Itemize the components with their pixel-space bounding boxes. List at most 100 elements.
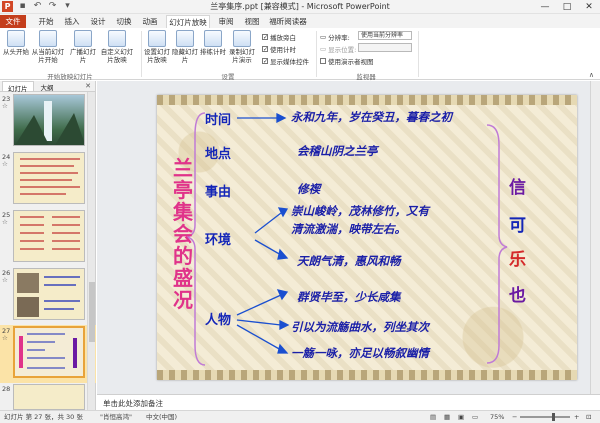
status-bar: 幻灯片 第 27 张，共 30 张 "肖恒高鸿" 中文(中国) ▤ ▦ ▣ ▭ … (0, 410, 600, 423)
slide-counter: 幻灯片 第 27 张，共 30 张 (4, 413, 83, 421)
use-timings-checkbox[interactable]: ✓ 使用计时 (262, 44, 296, 54)
custom-show-icon (108, 30, 126, 47)
tab-home[interactable]: 开始 (34, 15, 58, 28)
tab-slideshow[interactable]: 幻灯片放映 (166, 15, 210, 28)
display-on-dropdown[interactable] (358, 43, 412, 52)
right-char: 信 (509, 178, 526, 198)
checkbox-checked-icon: ✓ (262, 58, 269, 65)
minimize-button[interactable]: — (534, 0, 556, 14)
window-title: 兰亭集序.ppt [兼容模式] - Microsoft PowerPoint (210, 2, 390, 11)
slide-vertical-title: 兰 亭 集 会 的 盛 况 (172, 157, 194, 311)
editor-scrollbar[interactable] (590, 81, 600, 394)
maximize-button[interactable]: □ (556, 0, 578, 14)
text-slide-icon (20, 216, 80, 250)
monitor-icon: ▭ (320, 33, 327, 41)
pane-tabs: 幻灯片 大纲 (0, 81, 95, 93)
slide-thumbnail-row[interactable]: 26 ☆ (0, 267, 96, 325)
tab-insert[interactable]: 插入 (60, 15, 84, 28)
play-narration-checkbox[interactable]: ✓ 播放旁白 (262, 32, 296, 42)
zoom-level[interactable]: 75% (490, 411, 504, 423)
setup-show-button[interactable]: 设置幻灯片放映 (143, 30, 171, 64)
tab-slides[interactable]: 幻灯片 (2, 81, 34, 93)
slide-thumbnail-image (13, 94, 85, 146)
tab-animations[interactable]: 动画 (138, 15, 162, 28)
slide-number: 26 ☆ (2, 269, 11, 284)
record-show-button[interactable]: 录制幻灯片演示 (228, 30, 256, 64)
waterfall-photo-icon (15, 101, 84, 145)
from-beginning-button[interactable]: 从头开始 (3, 30, 29, 56)
title-char: 会 (173, 222, 193, 246)
title-bar: P ▪ ↶ ↷ ▾ 兰亭集序.ppt [兼容模式] - Microsoft Po… (0, 0, 600, 14)
topic-reason: 事由 (205, 185, 232, 200)
hide-slide-button[interactable]: 隐藏幻灯片 (172, 30, 198, 64)
slide-number: 27 ☆ (2, 327, 11, 342)
show-media-controls-checkbox[interactable]: ✓ 显示媒体控件 (262, 56, 309, 66)
title-char: 盛 (173, 266, 193, 290)
zoom-in-icon[interactable]: + (574, 411, 579, 423)
tab-view[interactable]: 视图 (240, 15, 264, 28)
collapse-ribbon-icon[interactable]: ∧ (589, 71, 594, 79)
title-char: 亭 (173, 178, 193, 202)
slide-thumbnail-row[interactable]: 28 (0, 383, 96, 410)
from-beginning-label: 从头开始 (3, 48, 29, 56)
zoom-out-icon[interactable]: − (512, 411, 517, 423)
slide-sorter-view-icon[interactable]: ▦ (444, 411, 450, 423)
line-place: 会稽山阴之兰亭 (297, 144, 378, 158)
line-people-1: 群贤毕至，少长咸集 (297, 290, 401, 304)
presenter-view-label: 使用演示者视图 (328, 58, 374, 66)
tab-foxit-reader[interactable]: 福昕阅读器 (268, 15, 308, 28)
reading-view-icon[interactable]: ▣ (458, 411, 464, 423)
slide-number: 28 (2, 385, 11, 393)
broadcast-label: 广播幻灯片 (70, 48, 96, 64)
slide-thumbnail-row[interactable]: 24 ☆ (0, 151, 96, 209)
slide-thumbnail-row[interactable]: 25 ☆ (0, 209, 96, 267)
slide-number: 25 ☆ (2, 211, 11, 226)
slide-thumbnail-row-selected[interactable]: 27 ☆ (0, 325, 96, 383)
notes-pane[interactable]: 单击此处添加备注 (97, 394, 600, 410)
zoom-slider-knob[interactable] (552, 413, 555, 421)
slide-thumbnail-row[interactable]: 23 ☆ (0, 93, 96, 151)
tab-review[interactable]: 审阅 (214, 15, 238, 28)
tab-design[interactable]: 设计 (86, 15, 110, 28)
close-button[interactable]: ✕ (578, 0, 600, 14)
slide-thumbnail-image (13, 152, 85, 204)
window-controls: — □ ✕ (534, 0, 600, 14)
slide-editor: 兰 亭 集 会 的 盛 况 时间 地点 事由 环境 人物 永和九年，岁在癸丑，暮… (97, 81, 600, 394)
title-char: 集 (173, 200, 193, 224)
close-pane-icon[interactable]: ✕ (85, 82, 91, 90)
presenter-view-checkbox[interactable]: 使用演示者视图 (320, 56, 374, 66)
custom-show-button[interactable]: 自定义幻灯片放映 (100, 30, 134, 64)
slideshow-view-icon[interactable]: ▭ (472, 411, 478, 423)
current-slide[interactable]: 兰 亭 集 会 的 盛 况 时间 地点 事由 环境 人物 永和九年，岁在癸丑，暮… (157, 95, 577, 380)
resolution-text: 分辨率: (328, 34, 350, 42)
resolution-label: ▭ 分辨率: (320, 32, 350, 42)
slides-pane-scrollbar[interactable] (87, 92, 95, 410)
slide-thumbnail-image (13, 210, 85, 262)
line-environment-3: 天朗气清，惠风和畅 (297, 254, 401, 268)
language-indicator[interactable]: 中文(中国) (146, 411, 177, 423)
from-current-button[interactable]: 从当前幻灯片开始 (31, 30, 65, 64)
rehearse-timings-button[interactable]: 排练计时 (200, 30, 226, 56)
display-on-label: ▭ 显示位置: (320, 44, 356, 54)
use-timings-label: 使用计时 (270, 46, 296, 54)
line-time: 永和九年，岁在癸丑，暮春之初 (291, 110, 452, 124)
checkbox-unchecked-icon (320, 58, 326, 64)
zoom-slider[interactable] (520, 413, 570, 421)
tab-transitions[interactable]: 切换 (112, 15, 136, 28)
resolution-dropdown[interactable]: 使用当前分辨率 (358, 31, 412, 40)
ribbon: 从头开始 从当前幻灯片开始 广播幻灯片 自定义幻灯片放映 开始放映幻灯片 设置幻… (0, 28, 600, 81)
slides-pane: 幻灯片 大纲 ✕ 23 ☆ 24 ☆ 25 ☆ 26 ☆ 27 ☆ 28 (0, 81, 96, 410)
scrollbar-thumb[interactable] (89, 282, 95, 342)
normal-view-icon[interactable]: ▤ (430, 411, 436, 423)
tab-file[interactable]: 文件 (0, 15, 26, 28)
fit-to-window-icon[interactable]: ⊡ (586, 411, 591, 423)
setup-show-label: 设置幻灯片放映 (144, 48, 170, 64)
show-media-controls-label: 显示媒体控件 (270, 58, 309, 66)
line-environment-1: 崇山峻岭，茂林修竹，又有 (291, 204, 429, 218)
broadcast-button[interactable]: 广播幻灯片 (69, 30, 97, 64)
tab-outline[interactable]: 大纲 (36, 81, 59, 92)
title-char: 况 (173, 288, 193, 312)
text-slide-icon (20, 158, 80, 195)
diagram-slide-icon (19, 333, 77, 369)
topic-place: 地点 (205, 147, 232, 162)
